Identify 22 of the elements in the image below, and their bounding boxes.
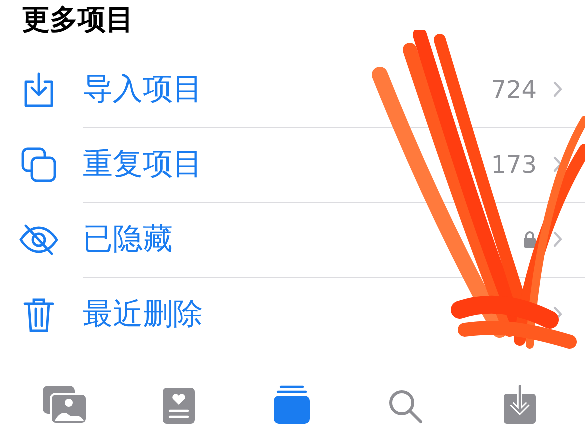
item-label: 导入项目 (83, 71, 204, 109)
eye-slash-icon (18, 224, 60, 256)
download-tray-icon[interactable] (503, 385, 538, 425)
chevron-right-icon (553, 231, 563, 248)
list-item[interactable]: 导入项目 724 (0, 52, 585, 127)
search-icon[interactable] (388, 389, 424, 425)
trash-icon (22, 296, 54, 332)
item-count: 173 (491, 150, 537, 178)
section-title: 更多项目 (21, 2, 135, 38)
list-item[interactable]: 最近删除 (0, 277, 585, 352)
item-label: 已隐藏 (83, 221, 174, 259)
heart-card-icon[interactable] (162, 387, 196, 425)
item-label: 最近删除 (83, 296, 204, 334)
item-count: 724 (491, 76, 537, 104)
duplicate-icon (20, 146, 56, 182)
item-label: 重复项目 (83, 146, 204, 184)
albums-icon[interactable] (273, 385, 312, 425)
photos-stack-icon[interactable] (42, 385, 88, 425)
list-item[interactable]: 重复项目 173 (0, 127, 585, 202)
list-item[interactable]: 已隐藏 (0, 202, 585, 277)
chevron-right-icon (553, 156, 563, 173)
chevron-right-icon (553, 81, 563, 98)
